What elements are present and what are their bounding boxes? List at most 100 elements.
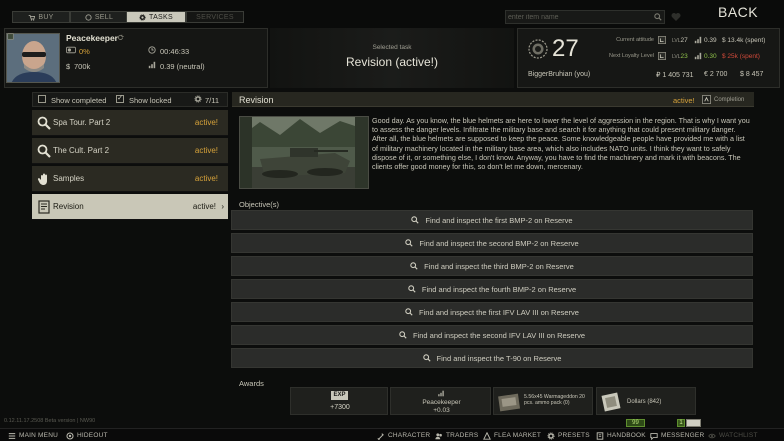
search-icon [405, 308, 413, 316]
task-status: active! [194, 174, 218, 183]
coin-icon [85, 13, 92, 21]
task-list-item-revision[interactable]: Revision active! › [32, 194, 228, 220]
tab-tasks[interactable]: TASKS [126, 11, 186, 23]
handbook-button[interactable]: HANDBOOK [596, 430, 646, 441]
task-detail-status: active! [673, 96, 695, 105]
standing-icon-current [694, 36, 702, 44]
task-list-item-samples[interactable]: Samples active! [32, 166, 228, 192]
task-status: active! [194, 118, 218, 127]
hideout-label: HIDEOUT [77, 432, 108, 439]
flea-market-label: FLEA MARKET [494, 432, 541, 439]
next-loyalty-label: Next Loyalty Level [609, 53, 654, 59]
objective-item[interactable]: Find and inspect the third BMP-2 on Rese… [231, 256, 753, 276]
player-standing: 0.39 (neutral) [160, 62, 205, 71]
selected-task-caption: Selected task [372, 44, 412, 51]
objective-text: Find and inspect the T-90 on Reserve [436, 353, 562, 363]
task-list: Spa Tour. Part 2 active! The Cult. Part … [32, 92, 228, 412]
objective-text: Find and inspect the first BMP-2 on Rese… [425, 215, 573, 225]
tab-services: SERVICES [186, 11, 244, 23]
objective-text: Find and inspect the second IFV LAV III … [412, 330, 586, 340]
version-text: 0.12.11.17.2508 Beta version | NW90 [4, 418, 96, 424]
messenger-button[interactable]: MESSENGER [650, 430, 704, 441]
task-list-item-label: The Cult. Part 2 [53, 146, 110, 155]
task-list-item-spa-tour[interactable]: Spa Tour. Part 2 active! [32, 110, 228, 136]
trader-level-badge-icon [528, 39, 548, 59]
lvl-prefix-current: LVL [672, 38, 681, 44]
magnifier-icon [37, 116, 51, 130]
award-item-dollars[interactable]: Dollars (842) [596, 387, 696, 415]
watchlist-icon [708, 433, 716, 438]
favorite-icon[interactable] [671, 12, 681, 22]
balance-usd: 8 457 [745, 71, 764, 78]
objective-item[interactable]: Find and inspect the second BMP-2 on Res… [231, 233, 753, 253]
trader-level: 27 [552, 35, 579, 62]
reputation-trader: Peacekeeper [422, 399, 461, 406]
search-icon[interactable] [654, 13, 662, 21]
objective-item[interactable]: Find and inspect the first IFV LAV III o… [231, 302, 753, 322]
item-search-input[interactable] [508, 12, 648, 22]
trader-player-name: BiggerBruhian (you) [528, 71, 591, 78]
hand-icon [37, 173, 47, 185]
message-count-badge: 99 [626, 419, 645, 427]
next-lvl: 23 [680, 53, 688, 60]
watchlist-label: WATCHLIST [719, 432, 758, 439]
task-list-item-the-cult[interactable]: The Cult. Part 2 active! [32, 138, 228, 164]
traders-label: TRADERS [446, 432, 479, 439]
objective-item[interactable]: Find and inspect the fourth BMP-2 on Res… [231, 279, 753, 299]
presets-icon [547, 431, 555, 440]
traders-icon [435, 432, 442, 439]
lvl-prefix-next: LVL [672, 54, 681, 60]
character-button[interactable]: CHARACTER [377, 430, 430, 441]
handbook-icon [596, 431, 604, 440]
search-icon [410, 262, 418, 270]
loyalty-level-icon [658, 52, 666, 60]
objective-text: Find and inspect the third BMP-2 on Rese… [424, 261, 574, 271]
traders-button[interactable]: TRADERS [435, 430, 478, 441]
current-spent: 13.4k (spent) [727, 37, 766, 44]
dollars-icon [601, 392, 621, 412]
tab-buy-label: BUY [38, 13, 54, 21]
notification-status-icon [686, 419, 701, 427]
handbook-label: HANDBOOK [607, 432, 646, 439]
objective-item[interactable]: Find and inspect the T-90 on Reserve [231, 348, 753, 368]
dollars-award-label: Dollars (842) [627, 399, 662, 405]
objective-text: Find and inspect the first IFV LAV III o… [419, 307, 579, 317]
presets-button[interactable]: PRESETS [547, 430, 590, 441]
cart-icon [29, 14, 36, 21]
tab-tasks-label: TASKS [149, 13, 173, 21]
chevron-right-icon: › [221, 202, 224, 211]
tab-buy[interactable]: BUY [12, 11, 70, 23]
hideout-icon [66, 431, 74, 440]
objective-item[interactable]: Find and inspect the second IFV LAV III … [231, 325, 753, 345]
next-spent: 25k (spent) [727, 53, 760, 60]
balance-rub: 1 405 731 [662, 72, 694, 79]
hideout-button[interactable]: HIDEOUT [66, 430, 108, 441]
award-reputation: Peacekeeper +0.03 [390, 387, 491, 415]
exp-value: +7300 [330, 404, 350, 411]
main-menu-button[interactable]: MAIN MENU [8, 430, 58, 441]
task-list-item-label: Samples [53, 174, 85, 183]
tab-sell[interactable]: SELL [70, 11, 128, 23]
tab-sell-label: SELL [94, 13, 114, 21]
award-item-ammo[interactable]: 5.56x45 Warmageddon 20 pcs. ammo pack (0… [493, 387, 593, 415]
document-icon [38, 200, 50, 214]
flea-market-button[interactable]: FLEA MARKET [483, 430, 541, 441]
tab-services-label: SERVICES [196, 13, 234, 21]
main-menu-label: MAIN MENU [19, 432, 58, 439]
objectives-label: Objective(s) [239, 200, 280, 209]
standing-icon [148, 61, 156, 69]
objective-item[interactable]: Find and inspect the first BMP-2 on Rese… [231, 210, 753, 230]
task-list-item-label: Spa Tour. Part 2 [53, 118, 111, 127]
ammo-award-label: 5.56x45 Warmageddon 20 pcs. ammo pack (0… [524, 394, 585, 406]
task-status: active! [194, 146, 218, 155]
search-icon [405, 239, 413, 247]
standing-icon-next [694, 52, 702, 60]
ammo-pack-icon [498, 393, 520, 412]
awards-label: Awards [239, 379, 264, 388]
current-standing: 0.39 [704, 37, 717, 44]
search-icon [422, 354, 431, 362]
player-money: 700k [74, 62, 91, 71]
player-name: Peacekeeper [66, 33, 118, 43]
back-button[interactable]: BACK [718, 4, 760, 22]
character-label: CHARACTER [388, 432, 431, 439]
